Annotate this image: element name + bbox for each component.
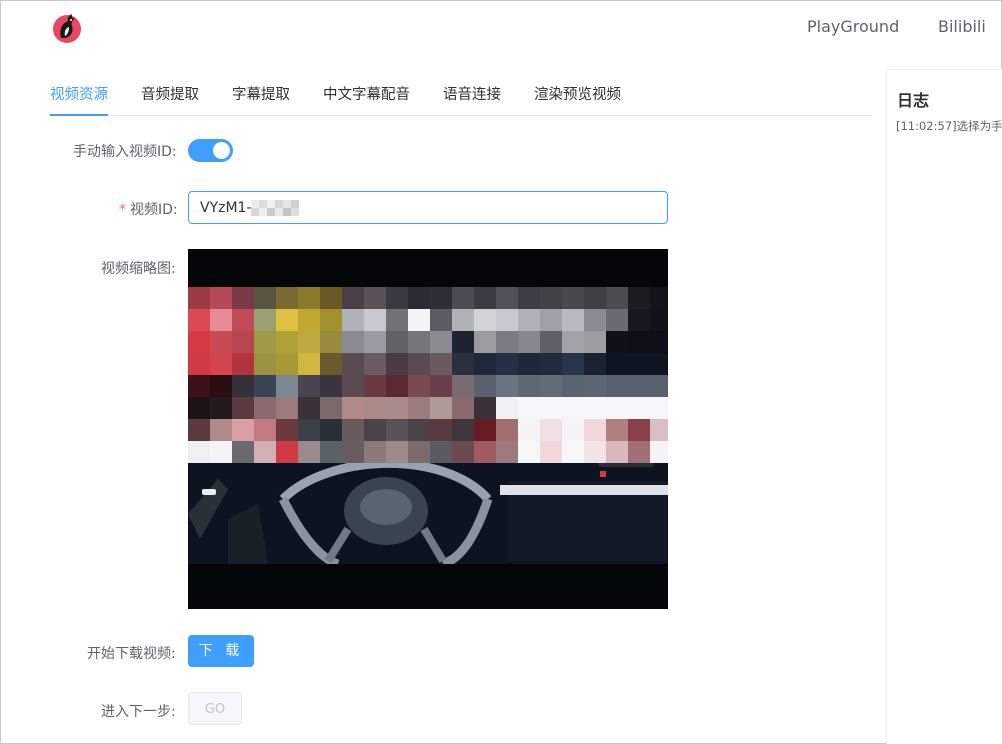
mosaic-blur xyxy=(188,287,668,463)
video-id-label-text: 视频ID: xyxy=(130,202,178,218)
rooster-logo-icon[interactable] xyxy=(51,10,83,44)
log-panel: 日志 [11:02:57]选择为手动 xyxy=(886,69,1002,744)
video-thumbnail xyxy=(188,249,668,609)
required-mark: * xyxy=(119,202,126,218)
switch-knob xyxy=(213,142,230,159)
tab-render-preview[interactable]: 渲染预览视频 xyxy=(534,83,621,104)
next-step-label: 进入下一步: xyxy=(101,704,176,720)
active-tab-indicator xyxy=(50,114,108,116)
log-title: 日志 xyxy=(897,91,930,110)
nav-bilibili[interactable]: Bilibili xyxy=(938,17,986,36)
tab-chinese-dubbing[interactable]: 中文字幕配音 xyxy=(323,83,410,104)
step-tabs: 视频资源 音频提取 字幕提取 中文字幕配音 语音连接 渲染预览视频 xyxy=(50,73,872,116)
redacted-id-mask xyxy=(251,200,299,216)
tab-video-source[interactable]: 视频资源 xyxy=(50,83,108,104)
nav-playground[interactable]: PlayGround xyxy=(807,17,899,36)
tab-audio-extract[interactable]: 音频提取 xyxy=(141,83,199,104)
video-id-field[interactable] xyxy=(188,191,668,224)
manual-input-switch[interactable] xyxy=(188,139,233,162)
tab-voice-concat[interactable]: 语音连接 xyxy=(443,83,501,104)
thumbnail-label: 视频缩略图: xyxy=(101,261,176,277)
tab-subtitle-extract[interactable]: 字幕提取 xyxy=(232,83,290,104)
go-button[interactable]: GO xyxy=(188,692,242,725)
download-button[interactable]: 下 载 xyxy=(188,635,254,667)
log-line: [11:02:57]选择为手动 xyxy=(896,119,1002,133)
video-id-input[interactable] xyxy=(200,198,500,218)
video-id-label: * 视频ID: xyxy=(119,199,178,219)
app-header: PlayGround Bilibili xyxy=(1,1,1001,57)
download-label: 开始下载视频: xyxy=(87,646,176,662)
manual-input-label: 手动输入视频ID: xyxy=(73,144,177,160)
